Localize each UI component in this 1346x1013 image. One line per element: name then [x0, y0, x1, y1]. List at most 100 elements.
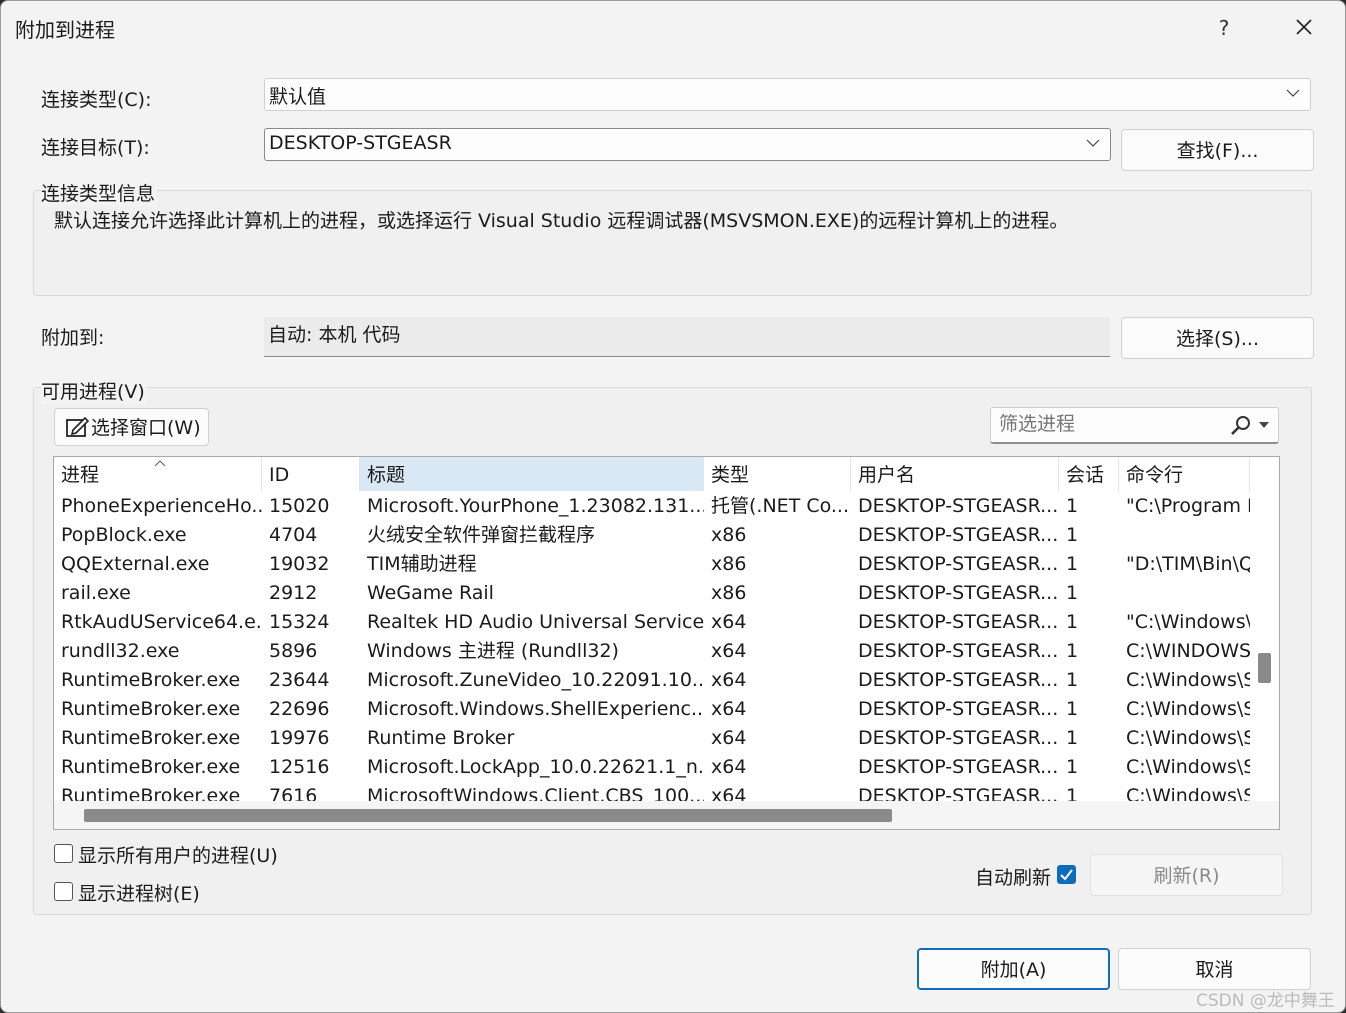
- cell-command-line: C:\Windows\S: [1126, 669, 1250, 691]
- process-list-viewport: 进程 ID 标题 类型 用户名 会话 命令行 PhoneExperienceHo... 1502…: [54, 457, 1250, 801]
- cell-id: 19032: [269, 553, 330, 575]
- cell-process: PopBlock.exe: [61, 524, 187, 546]
- cell-id: 5896: [269, 640, 318, 662]
- cell-type: x64: [711, 698, 747, 720]
- cell-type: x64: [711, 785, 747, 801]
- cell-command-line: C:\Windows\S: [1126, 727, 1250, 749]
- help-icon[interactable]: ?: [1209, 13, 1239, 43]
- column-header-username[interactable]: 用户名: [851, 457, 1059, 491]
- column-header-id[interactable]: ID: [262, 457, 360, 491]
- cell-type: x86: [711, 582, 747, 604]
- cell-username: DESKTOP-STGEASR...: [858, 727, 1059, 749]
- cell-title: Microsoft.Windows.ShellExperienc...: [367, 698, 704, 720]
- connection-target-combobox[interactable]: DESKTOP-STGEASR: [264, 128, 1111, 161]
- cell-type: x64: [711, 669, 747, 691]
- cell-session: 1: [1066, 698, 1079, 720]
- search-icon[interactable]: [1229, 415, 1253, 437]
- chevron-down-icon: [1086, 139, 1100, 147]
- cell-command-line: [1119, 579, 1250, 608]
- horizontal-scrollbar[interactable]: [54, 801, 1279, 829]
- cell-session: 1: [1066, 727, 1079, 749]
- cell-id: 7616: [269, 785, 318, 801]
- cell-title: MicrosoftWindows.Client.CBS_100...: [367, 785, 704, 801]
- attach-to-value: 自动: 本机 代码: [268, 324, 401, 346]
- cell-title: Microsoft.ZuneVideo_10.22091.10...: [367, 669, 704, 691]
- process-list[interactable]: 进程 ID 标题 类型 用户名 会话 命令行 PhoneExperienceHo... 1502…: [53, 456, 1280, 830]
- cell-username: DESKTOP-STGEASR...: [858, 698, 1059, 720]
- select-window-button[interactable]: 选择窗口(W): [54, 408, 209, 446]
- table-row[interactable]: rundll32.exe 5896 Windows 主进程 (Rundll32) x6…: [54, 637, 1250, 666]
- cell-session: 1: [1066, 640, 1079, 662]
- cell-process: RtkAudUService64.e...: [61, 611, 262, 633]
- cell-title: Windows 主进程 (Rundll32): [367, 640, 619, 662]
- connection-type-dropdown[interactable]: 默认值: [264, 78, 1311, 111]
- table-row[interactable]: RtkAudUService64.e... 15324 Realtek HD Aud…: [54, 608, 1250, 637]
- cancel-button[interactable]: 取消: [1118, 948, 1311, 990]
- attach-button[interactable]: 附加(A): [917, 948, 1110, 990]
- table-row[interactable]: RuntimeBroker.exe 7616 MicrosoftWindows.Cl…: [54, 782, 1250, 801]
- column-header-title[interactable]: 标题: [360, 457, 704, 491]
- show-process-tree-checkbox[interactable]: [54, 882, 73, 901]
- cell-session: 1: [1066, 785, 1079, 801]
- table-row[interactable]: rail.exe 2912 WeGame Rail x86 DESKTOP-STGEAS…: [54, 579, 1250, 608]
- filter-processes-box[interactable]: [990, 407, 1279, 444]
- connection-info-text: 默认连接允许选择此计算机上的进程，或选择运行 Visual Studio 远程调…: [54, 210, 1069, 232]
- cell-id: 22696: [269, 698, 330, 720]
- cell-command-line: C:\Windows\S: [1126, 698, 1250, 720]
- cell-session: 1: [1066, 582, 1079, 604]
- cell-command-line: C:\Windows\S: [1126, 785, 1250, 801]
- column-header-command-line[interactable]: 命令行: [1119, 457, 1250, 491]
- cell-type: x64: [711, 756, 747, 778]
- select-code-type-button[interactable]: 选择(S)...: [1121, 317, 1314, 359]
- table-row[interactable]: RuntimeBroker.exe 23644 Microsoft.ZuneVide…: [54, 666, 1250, 695]
- refresh-button[interactable]: 刷新(R): [1090, 854, 1283, 896]
- cell-username: DESKTOP-STGEASR...: [858, 640, 1059, 662]
- cell-username: DESKTOP-STGEASR...: [858, 582, 1059, 604]
- table-row[interactable]: PhoneExperienceHo... 15020 Microsoft.YourP…: [54, 492, 1250, 521]
- cell-title: Realtek HD Audio Universal Service: [367, 611, 704, 633]
- edit-window-icon: [66, 416, 90, 437]
- filter-processes-input[interactable]: [997, 412, 1221, 436]
- cell-id: 15020: [269, 495, 330, 517]
- cell-process: rail.exe: [61, 582, 131, 604]
- cell-process: rundll32.exe: [61, 640, 180, 662]
- cell-title: 火绒安全软件弹窗拦截程序: [367, 524, 596, 546]
- table-row[interactable]: RuntimeBroker.exe 19976 Runtime Broker x64 D…: [54, 724, 1250, 753]
- show-process-tree-label[interactable]: 显示进程树(E): [78, 879, 200, 906]
- title-bar: 附加到进程 ?: [1, 1, 1345, 53]
- attach-to-label: 附加到:: [41, 327, 105, 349]
- watermark: CSDN @龙中舞王: [1196, 991, 1335, 1011]
- close-icon[interactable]: [1284, 9, 1324, 45]
- show-all-users-checkbox[interactable]: [54, 844, 73, 863]
- connection-target-label: 连接目标(T):: [41, 137, 150, 159]
- column-header-session[interactable]: 会话: [1059, 457, 1119, 491]
- table-row[interactable]: QQExternal.exe 19032 TIM辅助进程 x86 DESKTOP-STG…: [54, 550, 1250, 579]
- cell-title: Microsoft.LockApp_10.0.22621.1_n...: [367, 756, 704, 778]
- cell-session: 1: [1066, 756, 1079, 778]
- table-row[interactable]: RuntimeBroker.exe 22696 Microsoft.Windows.…: [54, 695, 1250, 724]
- table-row[interactable]: PopBlock.exe 4704 火绒安全软件弹窗拦截程序 x86 DESKTOP-S…: [54, 521, 1250, 550]
- cell-id: 15324: [269, 611, 330, 633]
- auto-refresh-checkbox[interactable]: [1057, 865, 1076, 884]
- auto-refresh-label[interactable]: 自动刷新: [975, 863, 1051, 890]
- find-button[interactable]: 查找(F)...: [1121, 129, 1314, 171]
- show-all-users-label[interactable]: 显示所有用户的进程(U): [78, 841, 278, 868]
- filter-dropdown-icon[interactable]: [1259, 422, 1269, 428]
- cell-type: x86: [711, 524, 747, 546]
- cell-process: QQExternal.exe: [61, 553, 210, 575]
- cell-id: 23644: [269, 669, 330, 691]
- connection-info-label: 连接类型信息: [41, 179, 158, 206]
- cell-id: 19976: [269, 727, 330, 749]
- cell-id: 2912: [269, 582, 318, 604]
- cell-title: Microsoft.YourPhone_1.23082.131...: [367, 495, 704, 517]
- cell-process: RuntimeBroker.exe: [61, 698, 241, 720]
- cell-process: RuntimeBroker.exe: [61, 756, 241, 778]
- horizontal-scroll-thumb[interactable]: [84, 809, 892, 822]
- cell-id: 4704: [269, 524, 318, 546]
- column-header-type[interactable]: 类型: [704, 457, 851, 491]
- vertical-scrollbar[interactable]: [1250, 457, 1279, 801]
- cell-type: x64: [711, 640, 747, 662]
- table-row[interactable]: RuntimeBroker.exe 12516 Microsoft.LockApp_…: [54, 753, 1250, 782]
- vertical-scroll-thumb[interactable]: [1258, 653, 1271, 683]
- cell-title: Runtime Broker: [367, 727, 515, 749]
